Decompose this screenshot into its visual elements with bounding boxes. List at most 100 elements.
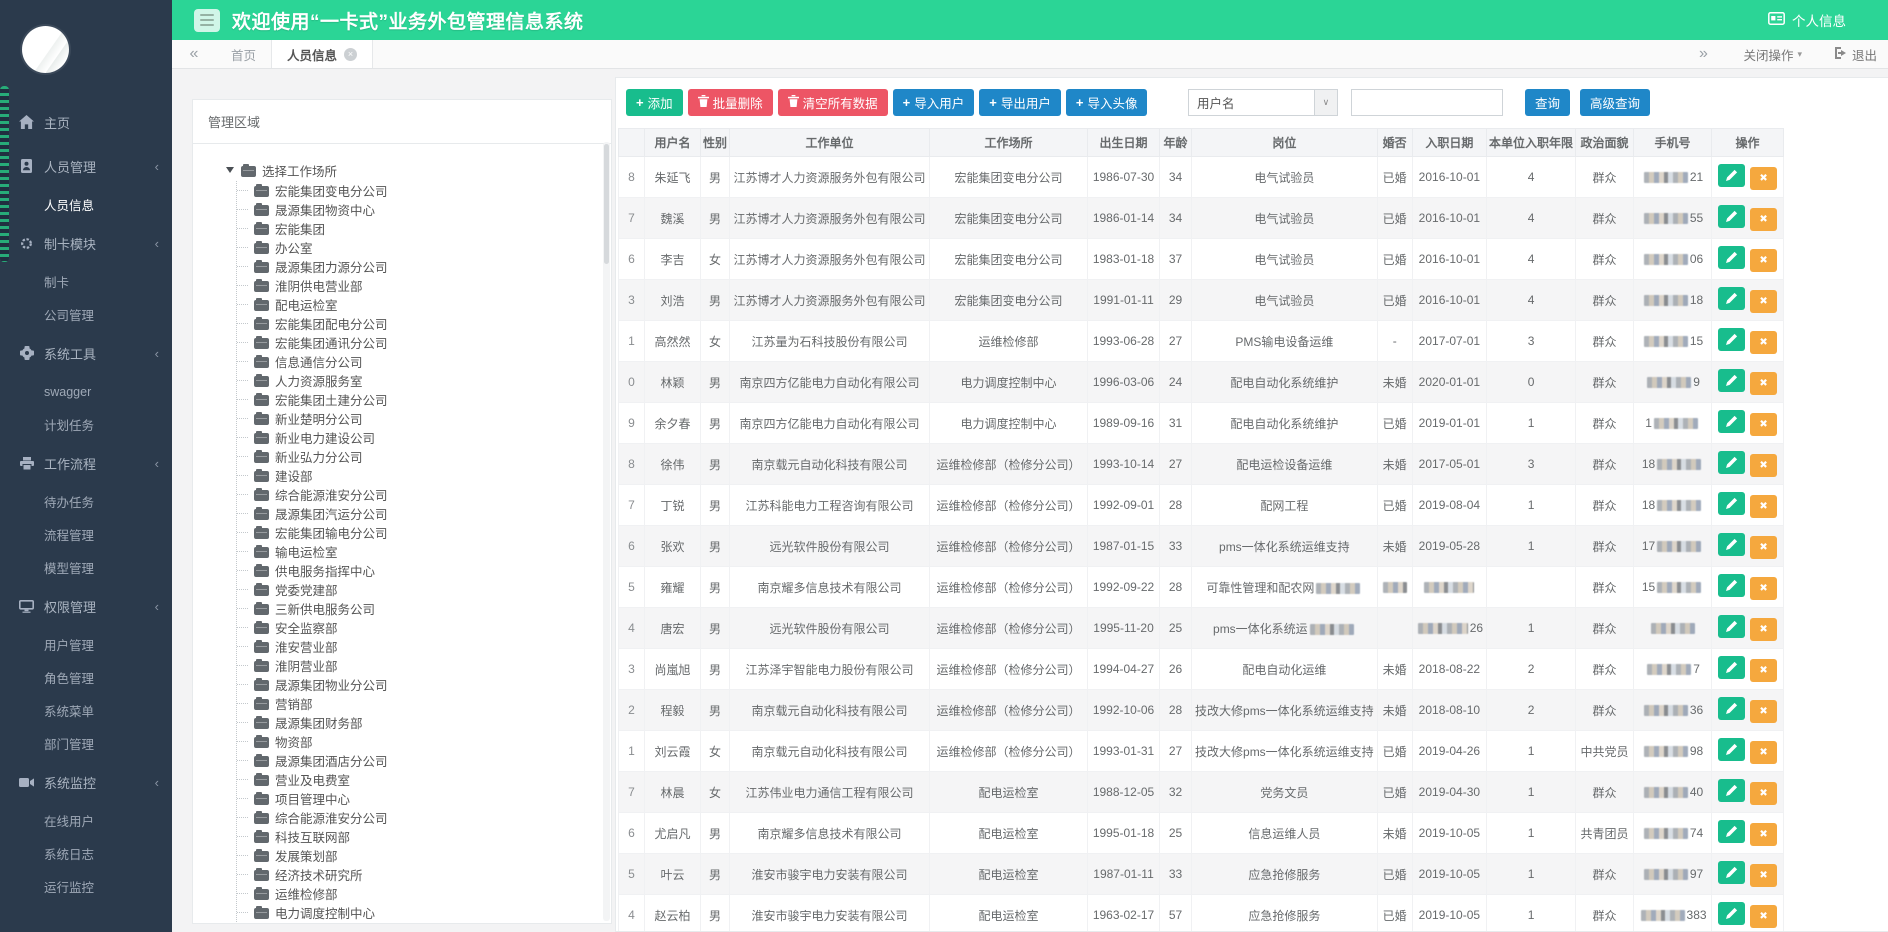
tab-home[interactable]: 首页	[216, 40, 271, 68]
tree-item[interactable]: 运维检修部	[237, 884, 603, 903]
tree-item[interactable]: 宏能集团变电分公司	[237, 181, 603, 200]
delete-button[interactable]: ✖	[1750, 290, 1777, 313]
delete-button[interactable]: ✖	[1750, 618, 1777, 641]
edit-button[interactable]	[1718, 533, 1745, 556]
tree-item[interactable]: 配电运检室	[237, 295, 603, 314]
tree-expander-icon[interactable]	[226, 167, 234, 173]
tree-item[interactable]: 综合能源淮安分公司	[237, 485, 603, 504]
delete-button[interactable]: ✖	[1750, 864, 1777, 887]
sidebar-item-company-mgmt[interactable]: 公司管理	[0, 298, 172, 331]
tree-item[interactable]: 晟源集团物业分公司	[237, 675, 603, 694]
edit-button[interactable]	[1718, 738, 1745, 761]
tree-item[interactable]: 宏能集团通讯分公司	[237, 333, 603, 352]
tree-item[interactable]: 新业楚明分公司	[237, 409, 603, 428]
tabs-scroll-right-icon[interactable]: »	[1681, 40, 1725, 68]
tree-item[interactable]: 宏能集团配电分公司	[237, 314, 603, 333]
sidebar-item-permission-mgmt[interactable]: 权限管理‹	[0, 584, 172, 628]
tree-item[interactable]: 经济技术研究所	[237, 865, 603, 884]
tree-item[interactable]: 三新供电服务公司	[237, 599, 603, 618]
avatar[interactable]	[22, 26, 69, 73]
sidebar-item-runtime-monitor[interactable]: 运行监控	[0, 870, 172, 903]
sidebar-item-workflow[interactable]: 工作流程‹	[0, 441, 172, 485]
logout-button[interactable]: 退出	[1820, 40, 1888, 68]
tree-item[interactable]: 宏能集团土建分公司	[237, 390, 603, 409]
tree-item[interactable]: 淮安营业部	[237, 637, 603, 656]
tree-item[interactable]: 人力资源服务室	[237, 371, 603, 390]
tree-item[interactable]: 办公室	[237, 238, 603, 257]
tree-item[interactable]: 科技互联网部	[237, 827, 603, 846]
advanced-query-button[interactable]: 高级查询	[1580, 89, 1650, 116]
delete-button[interactable]: ✖	[1750, 454, 1777, 477]
search-field-select[interactable]: 用户名 ∨	[1188, 89, 1338, 116]
tree-item[interactable]: 信息通信分公司	[237, 352, 603, 371]
tree-item[interactable]: 晟源集团力源分公司	[237, 257, 603, 276]
sidebar-item-scheduled-tasks[interactable]: 计划任务	[0, 408, 172, 441]
delete-button[interactable]: ✖	[1750, 741, 1777, 764]
sidebar-item-role-mgmt[interactable]: 角色管理	[0, 661, 172, 694]
delete-button[interactable]: ✖	[1750, 823, 1777, 846]
edit-button[interactable]	[1718, 492, 1745, 515]
sidebar-item-system-tools[interactable]: 系统工具‹	[0, 331, 172, 375]
tree-item[interactable]: 晟源集团汽运分公司	[237, 504, 603, 523]
sidebar-item-system-monitor[interactable]: 系统监控‹	[0, 760, 172, 804]
edit-button[interactable]	[1718, 820, 1745, 843]
tree-item[interactable]: 综合能源淮安分公司	[237, 808, 603, 827]
tree-item[interactable]: 输电运检室	[237, 542, 603, 561]
edit-button[interactable]	[1718, 697, 1745, 720]
delete-button[interactable]: ✖	[1750, 495, 1777, 518]
import-users-button[interactable]: +导入用户	[893, 89, 975, 116]
edit-button[interactable]	[1718, 574, 1745, 597]
search-keyword-input[interactable]	[1351, 89, 1503, 116]
sidebar-item-personnel-info[interactable]: 人员信息	[0, 188, 172, 221]
edit-button[interactable]	[1718, 164, 1745, 187]
query-button[interactable]: 查询	[1525, 89, 1570, 116]
edit-button[interactable]	[1718, 205, 1745, 228]
edit-button[interactable]	[1718, 328, 1745, 351]
edit-button[interactable]	[1718, 287, 1745, 310]
delete-button[interactable]: ✖	[1750, 782, 1777, 805]
delete-button[interactable]: ✖	[1750, 905, 1777, 928]
tree-item[interactable]: 营销部	[237, 694, 603, 713]
tree-scrollbar[interactable]	[603, 142, 610, 921]
tree-item[interactable]: 晟源集团酒店分公司	[237, 751, 603, 770]
tree-item[interactable]: 淮阴供电营业部	[237, 276, 603, 295]
tree-item[interactable]: 项目管理中心	[237, 789, 603, 808]
sidebar-item-process-mgmt[interactable]: 流程管理	[0, 518, 172, 551]
sidebar-item-personnel-mgmt[interactable]: 人员管理‹	[0, 144, 172, 188]
tabs-scroll-left-icon[interactable]: «	[172, 40, 216, 68]
sidebar-item-system-menu[interactable]: 系统菜单	[0, 694, 172, 727]
sidebar-item-todo-tasks[interactable]: 待办任务	[0, 485, 172, 518]
sidebar-item-system-logs[interactable]: 系统日志	[0, 837, 172, 870]
edit-button[interactable]	[1718, 246, 1745, 269]
tree-item[interactable]: 晟源集团物资中心	[237, 200, 603, 219]
tree-item[interactable]: 宏能集团	[237, 219, 603, 238]
tree-item[interactable]: 新业电力建设公司	[237, 428, 603, 447]
tree-item[interactable]: 新业弘力分公司	[237, 447, 603, 466]
tree-item[interactable]: 供电服务指挥中心	[237, 561, 603, 580]
edit-button[interactable]	[1718, 902, 1745, 925]
delete-button[interactable]: ✖	[1750, 167, 1777, 190]
tree-item[interactable]: 电力调度控制中心	[237, 903, 603, 922]
tree-root-node[interactable]: 选择工作场所	[226, 160, 603, 180]
delete-button[interactable]: ✖	[1750, 331, 1777, 354]
edit-button[interactable]	[1718, 451, 1745, 474]
hamburger-icon[interactable]	[194, 9, 220, 32]
delete-button[interactable]: ✖	[1750, 249, 1777, 272]
delete-button[interactable]: ✖	[1750, 372, 1777, 395]
tree-item[interactable]: 宏能集团输电分公司	[237, 523, 603, 542]
export-users-button[interactable]: +导出用户	[979, 89, 1061, 116]
tree-item[interactable]: 建设部	[237, 466, 603, 485]
sidebar-item-card-module[interactable]: 制卡模块‹	[0, 221, 172, 265]
sidebar-item-user-mgmt[interactable]: 用户管理	[0, 628, 172, 661]
sidebar-item-model-mgmt[interactable]: 模型管理	[0, 551, 172, 584]
sidebar-item-dept-mgmt[interactable]: 部门管理	[0, 727, 172, 760]
edit-button[interactable]	[1718, 410, 1745, 433]
delete-button[interactable]: ✖	[1750, 659, 1777, 682]
delete-button[interactable]: ✖	[1750, 208, 1777, 231]
edit-button[interactable]	[1718, 861, 1745, 884]
tree-item[interactable]: 物资部	[237, 732, 603, 751]
close-operations-dropdown[interactable]: 关闭操作 ▾	[1725, 40, 1820, 68]
personal-info-button[interactable]: 个人信息	[1768, 10, 1846, 30]
clear-all-button[interactable]: 清空所有数据	[778, 89, 888, 116]
sidebar-item-card-making[interactable]: 制卡	[0, 265, 172, 298]
